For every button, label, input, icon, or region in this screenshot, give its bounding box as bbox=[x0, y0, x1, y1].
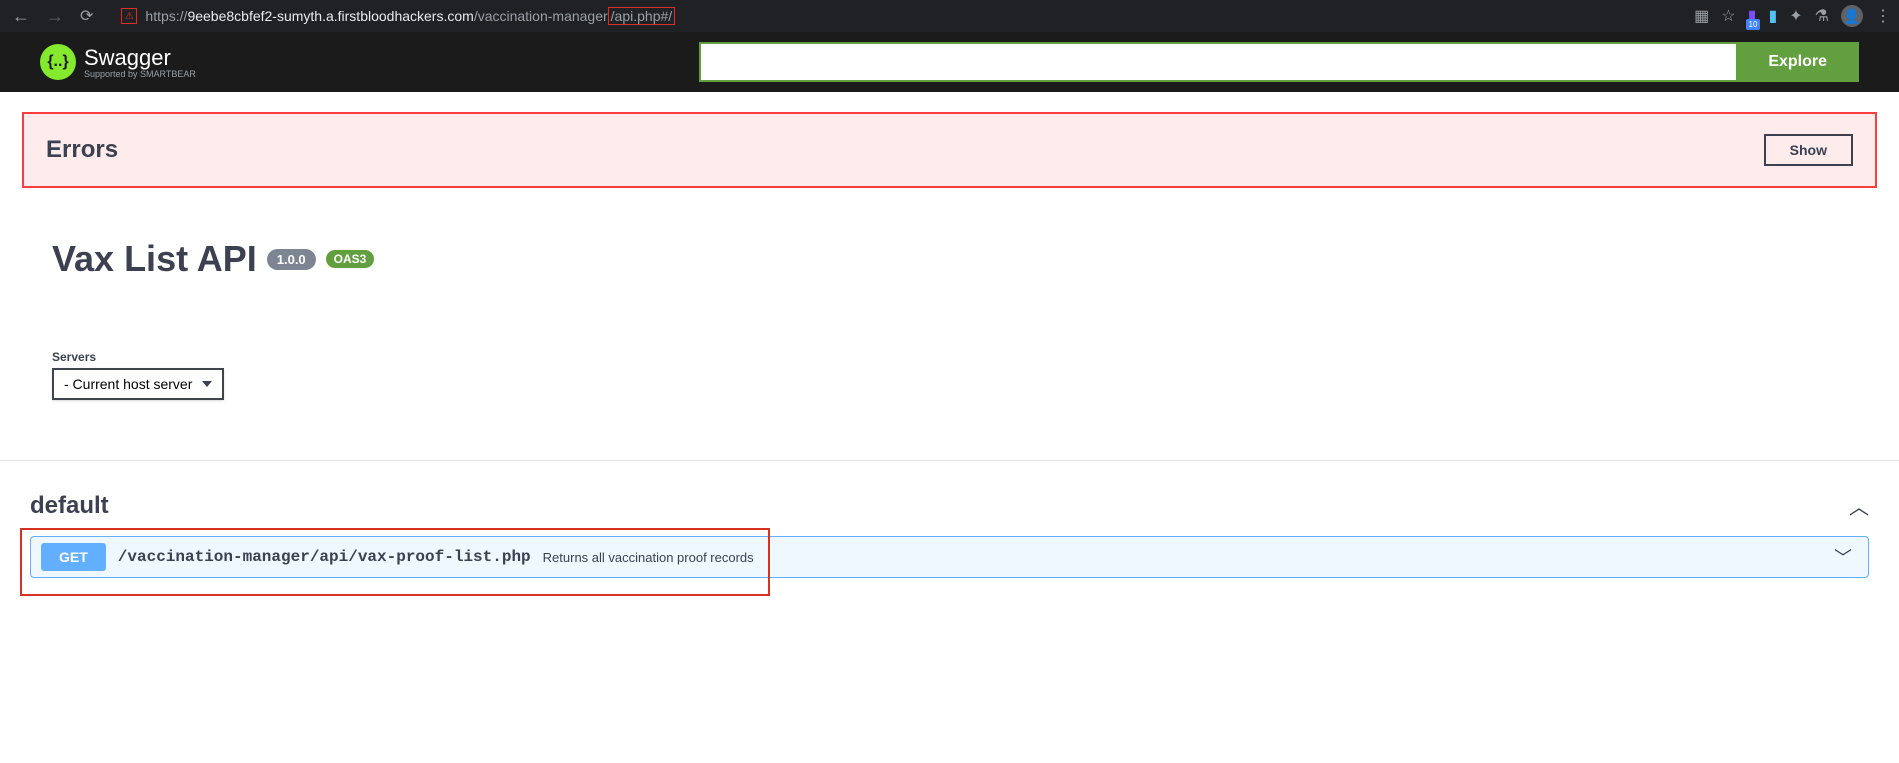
section-header[interactable]: default ︿ bbox=[30, 491, 1869, 520]
swagger-brand: Swagger bbox=[84, 45, 196, 71]
server-select[interactable]: - Current host server bbox=[52, 368, 224, 400]
extensions-icon[interactable]: ✦ bbox=[1789, 6, 1802, 26]
not-secure-icon: ⚠ bbox=[121, 8, 137, 24]
divider bbox=[0, 460, 1899, 461]
server-selected: - Current host server bbox=[64, 376, 192, 392]
extension-1-icon[interactable]: ▮10 bbox=[1748, 6, 1757, 26]
url-highlight: /api.php#/ bbox=[608, 7, 676, 25]
forward-button[interactable]: → bbox=[42, 2, 68, 31]
reload-button[interactable]: ⟳ bbox=[76, 2, 97, 30]
url-path: /vaccination-manager bbox=[474, 8, 608, 24]
main-content: Errors Show Vax List API 1.0.0 OAS3 Serv… bbox=[0, 92, 1899, 460]
profile-icon[interactable]: 👤 bbox=[1841, 5, 1863, 27]
errors-title: Errors bbox=[46, 136, 118, 164]
chevron-down-icon: ﹀ bbox=[1834, 544, 1852, 570]
swagger-subbrand: Supported by SMARTBEAR bbox=[84, 69, 196, 79]
chevron-up-icon: ︿ bbox=[1849, 491, 1869, 520]
show-errors-button[interactable]: Show bbox=[1764, 134, 1853, 166]
servers-label: Servers bbox=[52, 350, 1847, 364]
endpoint-row[interactable]: GET /vaccination-manager/api/vax-proof-l… bbox=[30, 536, 1869, 578]
swagger-header: {..} Swagger Supported by SMARTBEAR Expl… bbox=[0, 32, 1899, 92]
section-title: default bbox=[30, 492, 109, 520]
api-header: Vax List API 1.0.0 OAS3 bbox=[22, 238, 1877, 280]
menu-icon[interactable]: ⋮ bbox=[1875, 6, 1891, 26]
extension-2-icon[interactable]: ▮ bbox=[1768, 6, 1777, 26]
back-button[interactable]: ← bbox=[8, 2, 34, 31]
labs-icon[interactable]: ⚗ bbox=[1815, 6, 1829, 26]
servers-section: Servers - Current host server bbox=[22, 350, 1877, 400]
url-domain: 9eebe8cbfef2-sumyth.a.firstbloodhackers.… bbox=[187, 8, 473, 24]
swagger-logo[interactable]: {..} Swagger Supported by SMARTBEAR bbox=[40, 44, 196, 80]
method-badge: GET bbox=[41, 543, 106, 571]
section: default ︿ GET /vaccination-manager/api/v… bbox=[0, 491, 1899, 578]
endpoint-path: /vaccination-manager/api/vax-proof-list.… bbox=[118, 548, 531, 566]
bookmark-icon[interactable]: ☆ bbox=[1721, 6, 1735, 26]
oas-badge: OAS3 bbox=[326, 250, 375, 268]
explore-form: Explore bbox=[699, 42, 1859, 82]
qr-icon[interactable]: ▦ bbox=[1694, 6, 1709, 26]
api-title: Vax List API bbox=[52, 238, 257, 280]
errors-panel: Errors Show bbox=[22, 112, 1877, 188]
swagger-logo-icon: {..} bbox=[40, 44, 76, 80]
url-scheme: https:// bbox=[145, 8, 187, 24]
browser-toolbar: ▦ ☆ ▮10 ▮ ✦ ⚗ 👤 ⋮ bbox=[1694, 5, 1891, 27]
version-badge: 1.0.0 bbox=[267, 249, 316, 270]
browser-chrome: ← → ⟳ ⚠ https://9eebe8cbfef2-sumyth.a.fi… bbox=[0, 0, 1899, 32]
endpoint-description: Returns all vaccination proof records bbox=[543, 550, 1834, 565]
explore-button[interactable]: Explore bbox=[1736, 42, 1859, 82]
address-bar[interactable]: ⚠ https://9eebe8cbfef2-sumyth.a.firstblo… bbox=[113, 2, 1678, 30]
spec-url-input[interactable] bbox=[699, 42, 1736, 82]
